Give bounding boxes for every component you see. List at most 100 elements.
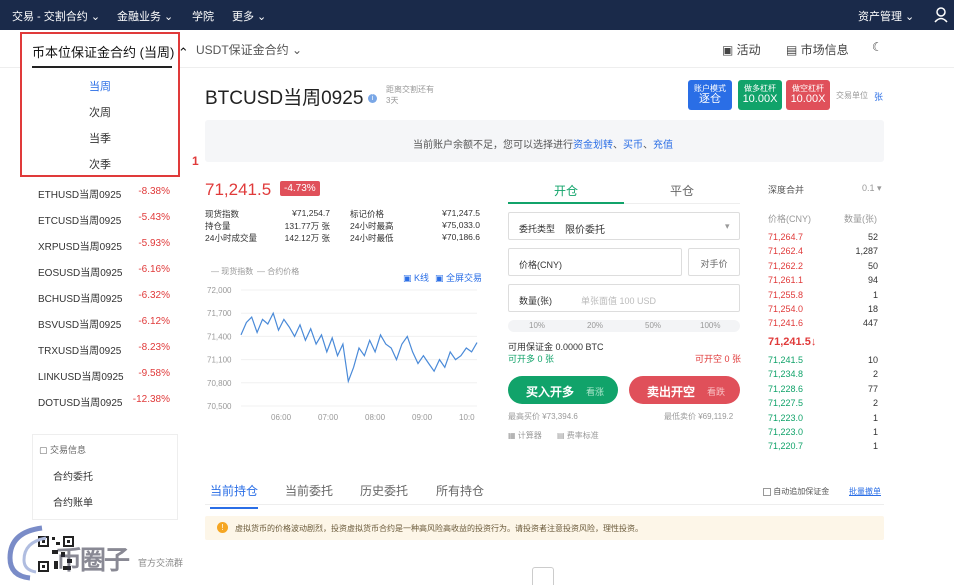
price-input[interactable]: 价格(CNY)	[508, 248, 682, 276]
quantity-placeholder: 单张面值 100 USD	[581, 296, 657, 306]
price-chart: — 现货指数 — 合约价格 ▣ K线 ▣ 全屏交易 72,000 71,700 71…	[205, 266, 485, 426]
y-tick-label: 72,000	[207, 286, 232, 295]
quantity-input[interactable]: 数量(张) 单张面值 100 USD	[508, 284, 740, 312]
notice-text: 当前账户余额不足，您可以选择进行资金划转、买币、充值	[413, 140, 673, 151]
short-leverage-button[interactable]: 做空杠杆 10.00X	[786, 80, 830, 110]
asks-row[interactable]: 71,262.2 50	[768, 261, 878, 275]
y-tick-label: 71,400	[207, 332, 232, 341]
asks-price: 71,241.6	[768, 318, 804, 329]
long-leverage-button[interactable]: 做多杠杆 10.00X	[738, 80, 782, 110]
asks-qty: 1,287	[855, 246, 878, 257]
contract-name: BCHUSD当周0925	[38, 294, 123, 305]
bids-row[interactable]: 71,223.0 1	[768, 427, 878, 441]
asks-qty: 94	[867, 275, 878, 286]
contract-bills-link[interactable]: 合约账单	[53, 494, 93, 509]
tab-close[interactable]: 平仓	[624, 176, 740, 199]
nav-academy[interactable]: 学院	[192, 8, 214, 24]
stat-value: 142.12万 张	[284, 233, 330, 243]
stat-label: 现货指数	[205, 209, 240, 219]
account-mode-button[interactable]: 账户模式 逐仓	[688, 80, 732, 110]
bids-row[interactable]: 71,227.5 2	[768, 398, 878, 412]
contract-name: XRPUSD当周0925	[38, 242, 122, 253]
stat-label: 标记价格	[350, 209, 385, 219]
activity-link[interactable]: ▣ 活动	[722, 41, 761, 58]
dropdown-title[interactable]: 币本位保证金合约 (当周) ⌃	[32, 42, 189, 61]
contract-change: -6.32%	[138, 290, 170, 301]
tab-open[interactable]: 开仓	[508, 176, 624, 204]
nav-more[interactable]: 更多 ⌄	[232, 8, 266, 24]
bids-price: 71,228.6	[768, 383, 804, 394]
depth-precision-select[interactable]: 0.1 ▾	[862, 183, 882, 194]
bids-row[interactable]: 71,223.0 1	[768, 413, 878, 427]
market-info-link[interactable]: ▤ 市场信息	[786, 41, 849, 58]
bids-qty: 1	[872, 427, 878, 437]
sell-open-short-button[interactable]: 卖出开空 看跌	[629, 376, 740, 404]
asks-row[interactable]: 71,241.6 447	[768, 318, 878, 332]
buy-coin-link[interactable]: 买币	[623, 140, 643, 151]
contract-change: -12.38%	[132, 394, 170, 405]
asks-row[interactable]: 71,255.8 1	[768, 290, 878, 304]
contract-name: DOTUSD当周0925	[38, 398, 123, 409]
batch-cancel-link[interactable]: 批量撤单	[849, 486, 881, 497]
dropdown-item-next-week[interactable]: 次周	[22, 104, 178, 120]
dropdown-item-next-quarter[interactable]: 次季	[22, 156, 178, 172]
contract-change: -6.12%	[138, 316, 170, 327]
contract-name: TRXUSD当周0925	[38, 346, 122, 357]
contract-row[interactable]: BSVUSD当周0925 -6.12%	[30, 308, 178, 334]
user-icon[interactable]	[934, 7, 948, 23]
depth-merge-label: 深度合并	[768, 185, 805, 195]
deposit-link[interactable]: 充值	[653, 140, 673, 151]
buy-open-long-button[interactable]: 买入开多 看涨	[508, 376, 618, 404]
asks-row[interactable]: 71,264.7 52	[768, 232, 878, 246]
bids-row[interactable]: 71,228.6 77	[768, 384, 878, 398]
asks-price: 71,262.4	[768, 246, 804, 257]
max-buy-price: 最高买价 ¥73,394.6	[508, 412, 578, 421]
tab-all-positions[interactable]: 所有持仓	[436, 482, 484, 499]
contract-row[interactable]: LINKUSD当周0925 -9.58%	[30, 360, 178, 386]
asks-row[interactable]: 71,254.0 18	[768, 304, 878, 318]
pct-20[interactable]: 20%	[587, 321, 603, 330]
bids-row[interactable]: 71,241.5 10	[768, 355, 878, 369]
contract-row[interactable]: TRXUSD当周0925 -8.23%	[30, 334, 178, 360]
contract-row[interactable]: EOSUSD当周0925 -6.16%	[30, 256, 178, 282]
theme-toggle-icon[interactable]: ☾	[872, 40, 883, 54]
tab-history-orders[interactable]: 历史委托	[360, 482, 408, 499]
order-tabs: 开仓 平仓	[508, 176, 740, 204]
annotation-number: 1	[192, 154, 199, 168]
asks-price: 71,262.2	[768, 260, 804, 271]
bids-row[interactable]: 71,220.7 1	[768, 441, 878, 455]
dropdown-item-this-quarter[interactable]: 当季	[22, 130, 178, 146]
stat-value: ¥70,186.6	[442, 232, 480, 242]
pct-50[interactable]: 50%	[645, 321, 661, 330]
tab-current-orders[interactable]: 当前委托	[285, 482, 333, 499]
fee-standard-link[interactable]: ▤ 费率标准	[557, 430, 599, 441]
watermark-text: 币圈子	[56, 545, 130, 575]
contract-orders-link[interactable]: 合约委托	[53, 468, 93, 483]
contract-row[interactable]: XRPUSD当周0925 -5.93%	[30, 230, 178, 256]
usdt-contract-tab[interactable]: USDT保证金合约 ⌄	[196, 41, 302, 58]
trade-unit-value[interactable]: 张	[874, 90, 883, 103]
contract-period-dropdown[interactable]: 币本位保证金合约 (当周) ⌃ 当周 次周 当季 次季	[20, 32, 189, 177]
calculator-link[interactable]: ▦ 计算器	[508, 430, 542, 441]
info-icon[interactable]: i	[368, 94, 377, 103]
asks-row[interactable]: 71,261.1 94	[768, 275, 878, 289]
asks-row[interactable]: 71,262.4 1,287	[768, 246, 878, 260]
contract-row[interactable]: DOTUSD当周0925 -12.38%	[30, 386, 178, 412]
nav-assets[interactable]: 资产管理 ⌄	[858, 8, 914, 24]
contract-row[interactable]: ETCUSD当周0925 -5.43%	[30, 204, 178, 230]
contract-row[interactable]: ETHUSD当周0925 -8.38%	[30, 178, 178, 204]
opponent-price-button[interactable]: 对手价	[688, 248, 740, 276]
asks-qty: 52	[867, 232, 878, 242]
tab-current-position[interactable]: 当前持仓	[210, 482, 259, 509]
order-type-select[interactable]: 委托类型 限价委托 ▾	[508, 212, 740, 240]
pct-10[interactable]: 10%	[529, 321, 545, 330]
nav-trade[interactable]: 交易 - 交割合约 ⌄	[12, 8, 100, 24]
transfer-link[interactable]: 资金划转	[573, 140, 613, 151]
auto-margin-checkbox[interactable]: 自动追加保证金	[763, 486, 829, 497]
contract-row[interactable]: BCHUSD当周0925 -6.32%	[30, 282, 178, 308]
pct-100[interactable]: 100%	[700, 321, 720, 330]
bids-row[interactable]: 71,234.8 2	[768, 369, 878, 383]
x-tick-label: 06:00	[271, 413, 292, 422]
nav-finance[interactable]: 金融业务 ⌄	[117, 8, 173, 24]
dropdown-item-this-week[interactable]: 当周	[22, 78, 178, 94]
